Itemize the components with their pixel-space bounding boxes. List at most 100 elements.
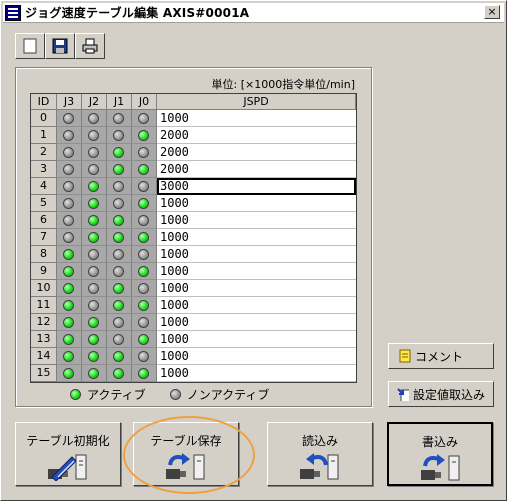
j3-cell [57,331,82,348]
table-row[interactable]: 11 1000 [31,297,356,314]
import-settings-button[interactable]: 設定値取込み [388,381,494,407]
j1-cell [107,348,132,365]
active-led-icon [138,130,149,141]
inactive-led-icon [113,317,124,328]
jspd-cell[interactable]: 1000 [157,246,356,263]
comment-label: コメント [415,349,464,364]
table-init-button[interactable]: テーブル初期化 [15,422,121,486]
jspd-cell[interactable]: 1000 [157,297,356,314]
active-led-icon [88,334,99,345]
table-row[interactable]: 10 1000 [31,280,356,297]
j0-cell [132,348,157,365]
row-id-cell: 15 [31,365,57,382]
j0-cell [132,263,157,280]
jspd-cell[interactable]: 2000 [157,144,356,161]
j1-cell [107,178,132,195]
row-id-cell: 1 [31,127,57,144]
jspd-cell[interactable]: 3000 [157,178,356,195]
j2-cell [82,195,107,212]
write-button[interactable]: 書込み [387,422,493,486]
app-icon [5,4,21,21]
print-button[interactable] [75,33,105,59]
header-j2: J2 [82,94,107,110]
j2-cell [82,263,107,280]
table-row[interactable]: 7 1000 [31,229,356,246]
table-row[interactable]: 6 1000 [31,212,356,229]
save-icon [52,38,68,54]
write-label: 書込み [421,435,458,449]
row-id-cell: 3 [31,161,57,178]
j3-cell [57,314,82,331]
j3-cell [57,212,82,229]
jspd-cell[interactable]: 1000 [157,348,356,365]
inactive-led-icon [88,300,99,311]
inactive-led-icon [138,113,149,124]
row-id-cell: 12 [31,314,57,331]
jspd-cell[interactable]: 1000 [157,229,356,246]
jspd-cell[interactable]: 1000 [157,110,356,127]
window-title: ジョグ速度テーブル編集 AXIS#0001A [25,6,250,20]
read-button[interactable]: 読込み [267,422,373,486]
table-row[interactable]: 8 1000 [31,246,356,263]
active-led-icon [88,317,99,328]
jspd-cell[interactable]: 2000 [157,161,356,178]
j3-cell [57,297,82,314]
note-icon [399,349,411,363]
table-row[interactable]: 15 1000 [31,365,356,382]
row-id-cell: 14 [31,348,57,365]
inactive-led-icon [138,147,149,158]
row-id-cell: 6 [31,212,57,229]
j3-cell [57,110,82,127]
inactive-led-icon [138,249,149,260]
jspd-cell[interactable]: 1000 [157,263,356,280]
active-led-icon [113,368,124,379]
jspd-cell[interactable]: 1000 [157,365,356,382]
j2-cell [82,229,107,246]
inactive-led-icon [88,147,99,158]
active-led-icon [113,147,124,158]
table-row[interactable]: 2 2000 [31,144,356,161]
jspd-cell[interactable]: 1000 [157,195,356,212]
comment-button[interactable]: コメント [388,343,494,369]
table-row[interactable]: 3 2000 [31,161,356,178]
j3-cell [57,161,82,178]
active-led-icon [113,283,124,294]
jspd-cell[interactable]: 1000 [157,314,356,331]
jspd-cell[interactable]: 2000 [157,127,356,144]
j0-cell [132,365,157,382]
unit-label: 単位: [×1000指令単位/min] [211,78,355,91]
table-row[interactable]: 4 3000 [31,178,356,195]
header-id: ID [31,94,57,110]
active-led-icon [138,368,149,379]
table-row[interactable]: 14 1000 [31,348,356,365]
j3-cell [57,195,82,212]
j2-cell [82,144,107,161]
table-row[interactable]: 12 1000 [31,314,356,331]
active-led-icon [88,215,99,226]
table-row[interactable]: 0 1000 [31,110,356,127]
header-j0: J0 [132,94,157,110]
jspd-cell[interactable]: 1000 [157,212,356,229]
close-button[interactable]: × [484,5,500,19]
j0-cell [132,331,157,348]
table-row[interactable]: 5 1000 [31,195,356,212]
save-servo-icon [166,453,205,480]
save-button[interactable] [45,33,75,59]
erase-servo-icon [48,454,87,481]
new-button[interactable] [15,33,45,59]
inactive-led-icon [138,351,149,362]
inactive-led-icon [63,164,74,175]
active-led-icon [113,351,124,362]
table-row[interactable]: 9 1000 [31,263,356,280]
j0-cell [132,178,157,195]
active-led-icon [113,164,124,175]
table-row[interactable]: 13 1000 [31,331,356,348]
jspd-cell[interactable]: 1000 [157,280,356,297]
active-led-icon [63,351,74,362]
table-row[interactable]: 1 2000 [31,127,356,144]
row-id-cell: 11 [31,297,57,314]
j1-cell [107,297,132,314]
table-save-button[interactable]: テーブル保存 [133,422,239,486]
j0-cell [132,195,157,212]
jspd-cell[interactable]: 1000 [157,331,356,348]
